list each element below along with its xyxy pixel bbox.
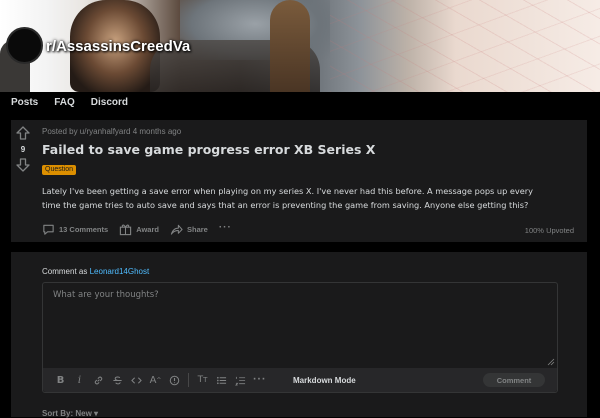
comment-as-label: Comment as	[42, 267, 88, 276]
bold-icon[interactable]: B	[51, 372, 70, 388]
strikethrough-icon[interactable]	[108, 372, 127, 388]
inline-code-icon[interactable]	[127, 372, 146, 388]
post-body: Lately I've been getting a save error wh…	[42, 186, 534, 210]
comment-section: Comment as Leonard14Ghost B i A^ TT	[11, 252, 587, 418]
post-flair[interactable]: Question	[42, 165, 77, 175]
markdown-mode-toggle[interactable]: Markdown Mode	[293, 376, 356, 385]
upvote-icon[interactable]	[16, 126, 30, 140]
downvote-icon[interactable]	[16, 158, 30, 172]
banner-art	[270, 0, 310, 92]
toolbar-divider	[188, 373, 189, 387]
comment-input[interactable]	[43, 283, 557, 369]
comment-editor: B i A^ TT ··· Markdown Mo	[42, 282, 558, 393]
subreddit-nav: Posts FAQ Discord	[0, 92, 600, 112]
comment-username-link[interactable]: Leonard14Ghost	[90, 267, 150, 276]
post-title[interactable]: Failed to save game progress error XB Se…	[42, 142, 375, 157]
section-divider	[11, 242, 587, 252]
link-icon[interactable]	[89, 372, 108, 388]
italic-icon[interactable]: i	[70, 372, 89, 388]
comments-button[interactable]: 13 Comments	[42, 223, 108, 236]
post-card: 9 Posted by u/ryanhalfyard 4 months ago …	[11, 120, 587, 242]
share-label: Share	[186, 225, 208, 234]
award-label: Award	[136, 225, 159, 234]
editor-toolbar: B i A ^ TT ··· Markdown Mode Comment	[43, 368, 557, 392]
nav-discord[interactable]: Discord	[91, 97, 128, 108]
share-icon	[170, 224, 183, 235]
banner-art	[330, 0, 600, 92]
upvote-ratio: 100% Upvoted	[524, 226, 574, 235]
subreddit-avatar[interactable]	[6, 27, 43, 64]
comment-submit-button[interactable]: Comment	[483, 373, 545, 387]
nav-faq[interactable]: FAQ	[54, 97, 75, 108]
heading-icon[interactable]: TT	[193, 372, 212, 388]
spoiler-icon[interactable]	[165, 372, 184, 388]
award-icon	[120, 224, 132, 236]
award-button[interactable]: Award	[119, 223, 159, 236]
nav-posts[interactable]: Posts	[11, 97, 38, 108]
subreddit-title[interactable]: r/AssassinsCreedVa	[46, 38, 190, 55]
more-icon[interactable]: ···	[250, 372, 269, 388]
more-options-icon[interactable]: ···	[219, 222, 232, 233]
comment-icon	[43, 224, 54, 235]
vote-column: 9	[11, 120, 35, 172]
share-button[interactable]: Share	[170, 223, 208, 236]
post-meta: Posted by u/ryanhalfyard 4 months ago	[42, 127, 182, 136]
bulleted-list-icon[interactable]	[212, 372, 231, 388]
superscript-icon[interactable]: A ^	[146, 372, 165, 388]
post-actions: 13 Comments Award Share ···	[42, 222, 232, 236]
resize-grip-icon[interactable]	[547, 358, 555, 366]
comments-label: 13 Comments	[59, 225, 109, 234]
vote-count: 9	[20, 145, 26, 154]
numbered-list-icon[interactable]	[231, 372, 250, 388]
comment-as: Comment as Leonard14Ghost	[42, 267, 149, 276]
